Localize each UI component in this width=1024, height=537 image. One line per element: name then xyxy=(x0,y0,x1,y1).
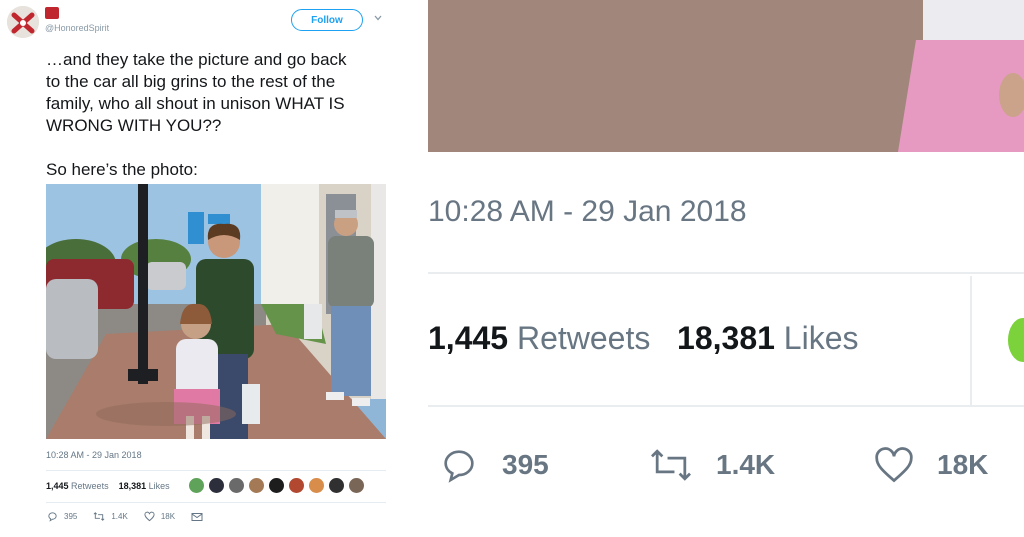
zoomed-retweets-label: Retweets xyxy=(516,320,651,356)
avatar[interactable] xyxy=(348,477,365,494)
likes-count[interactable]: 18,381 xyxy=(119,481,147,491)
follow-button[interactable]: Follow xyxy=(291,9,363,31)
zoomed-reply-count: 395 xyxy=(502,449,549,480)
like-count: 18K xyxy=(160,512,176,521)
divider xyxy=(428,272,1024,274)
avatar[interactable] xyxy=(248,477,265,494)
engagement-stats: 1,445 Retweets 18,381 Likes xyxy=(46,481,170,491)
like-button[interactable]: 18K xyxy=(144,511,175,522)
avatar[interactable] xyxy=(288,477,305,494)
divider xyxy=(428,405,1024,407)
zoomed-detail: 10:28 AM - 29 Jan 2018 1,445 Retweets 18… xyxy=(410,0,1024,537)
zoomed-retweets-count: 1,445 xyxy=(428,320,509,356)
reply-count: 395 xyxy=(64,512,78,521)
like-icon xyxy=(875,447,913,483)
display-name-emoji[interactable] xyxy=(45,7,59,19)
divider xyxy=(46,470,386,471)
message-icon xyxy=(191,512,203,521)
user-handle[interactable]: @HonoredSpirit xyxy=(45,23,109,33)
chevron-down-icon[interactable] xyxy=(373,13,383,23)
retweet-button[interactable]: 1.4K xyxy=(93,511,128,522)
reply-icon xyxy=(444,450,474,483)
avatar[interactable] xyxy=(7,6,39,38)
retweet-icon xyxy=(651,449,691,481)
tweet-card: @HonoredSpirit Follow …and they take the… xyxy=(0,0,400,537)
tweet-text-line: to the car all big grins to the rest of … xyxy=(46,72,336,91)
zoomed-engagement-stats: 1,445 Retweets 18,381 Likes xyxy=(428,320,859,357)
tweet-photo[interactable] xyxy=(46,184,386,439)
avatar xyxy=(1008,318,1024,362)
zoomed-photo-crop xyxy=(428,0,1024,152)
message-button[interactable] xyxy=(191,512,203,522)
tweet-timestamp[interactable]: 10:28 AM - 29 Jan 2018 xyxy=(46,450,142,460)
tweet-text-line: WRONG WITH YOU?? xyxy=(46,116,222,135)
avatar[interactable] xyxy=(228,477,245,494)
retweets-count[interactable]: 1,445 xyxy=(46,481,69,491)
likes-label[interactable]: Likes xyxy=(149,481,170,491)
tweet-actions: 395 1.4K 18K xyxy=(47,511,219,522)
zoomed-timestamp: 10:28 AM - 29 Jan 2018 xyxy=(428,195,747,228)
zoomed-retweet: 1.4K xyxy=(648,446,873,484)
avatar[interactable] xyxy=(268,477,285,494)
divider xyxy=(46,502,386,503)
reply-button[interactable]: 395 xyxy=(47,511,77,522)
tweet-text-line: So here’s the photo: xyxy=(46,160,198,179)
divider xyxy=(970,276,972,406)
like-icon xyxy=(144,511,155,522)
tweet-text-line: …and they take the picture and go back xyxy=(46,50,347,69)
reply-icon xyxy=(48,512,57,522)
liker-avatars xyxy=(188,477,368,494)
retweet-icon xyxy=(93,512,105,521)
avatar[interactable] xyxy=(188,477,205,494)
zoomed-like-count: 18K xyxy=(937,449,989,480)
zoomed-reply: 395 xyxy=(438,445,648,485)
zoomed-likes-count: 18,381 xyxy=(677,320,775,356)
zoomed-tweet-actions: 395 1.4K 18K xyxy=(438,445,988,485)
retweets-label[interactable]: Retweets xyxy=(71,481,109,491)
tweet-text: …and they take the picture and go back t… xyxy=(46,49,396,181)
zoomed-retweet-count: 1.4K xyxy=(716,449,776,480)
retweet-count: 1.4K xyxy=(111,512,128,521)
avatar[interactable] xyxy=(328,477,345,494)
zoomed-like: 18K xyxy=(873,446,988,484)
tweet-text-line: family, who all shout in unison WHAT IS xyxy=(46,94,345,113)
avatar[interactable] xyxy=(208,477,225,494)
zoomed-likes-label: Likes xyxy=(783,320,859,356)
avatar[interactable] xyxy=(308,477,325,494)
